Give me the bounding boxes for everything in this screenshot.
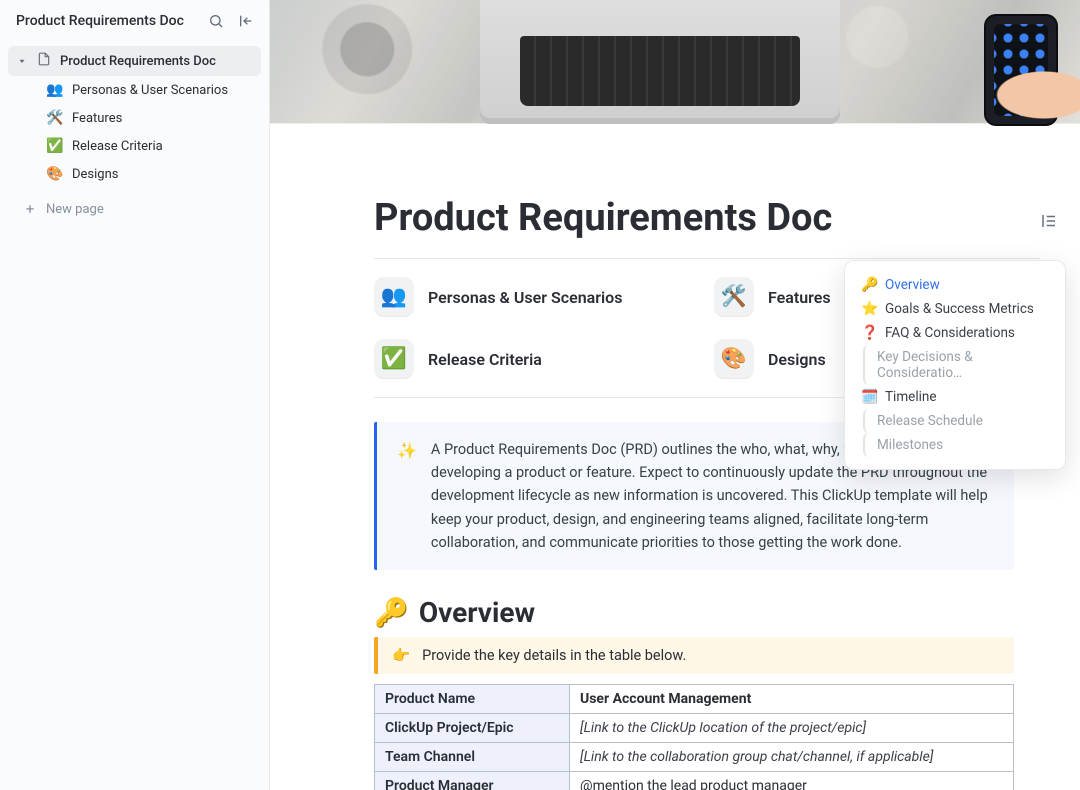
toc-panel[interactable]: 🔑 Overview ⭐ Goals & Success Metrics ❓ FAQ & … (844, 260, 1066, 470)
sidebar-child[interactable]: ✅ Release Criteria (8, 132, 261, 160)
toc-icon: 🔑 (861, 277, 877, 293)
nav-root-label: Product Requirements Doc (60, 54, 216, 69)
sidebar-child[interactable]: 👥 Personas & User Scenarios (8, 76, 261, 104)
table-row[interactable]: Product Manager@mention the lead product… (375, 771, 1014, 790)
main: Product Requirements Doc 👥 Personas & Use… (270, 0, 1080, 790)
table-row[interactable]: ClickUp Project/Epic[Link to the ClickUp… (375, 713, 1014, 742)
search-icon[interactable] (205, 10, 227, 32)
toc-label: Key Decisions & Consideratio… (877, 349, 1049, 381)
toc-subitem[interactable]: Release Schedule (863, 409, 1055, 433)
row-key: ClickUp Project/Epic (375, 713, 570, 742)
subpage-card[interactable]: ✅ Release Criteria (374, 339, 674, 379)
toc-item[interactable]: ❓ FAQ & Considerations (855, 321, 1055, 345)
sidebar-header: Product Requirements Doc (0, 0, 269, 42)
card-label: Personas & User Scenarios (428, 288, 622, 307)
tip-text: Provide the key details in the table bel… (422, 647, 686, 664)
divider (374, 258, 1040, 259)
toc-icon: ⭐ (861, 301, 877, 317)
sidebar-child-icon: 🎨 (46, 166, 64, 182)
toc-label: FAQ & Considerations (885, 325, 1015, 341)
nav-root[interactable]: Product Requirements Doc (8, 46, 261, 76)
page-title[interactable]: Product Requirements Doc (374, 196, 1040, 240)
new-page-label: New page (46, 202, 104, 217)
sidebar-child-label: Features (72, 111, 122, 126)
doc-icon (36, 52, 52, 70)
toc-item[interactable]: 🗓️ Timeline (855, 385, 1055, 409)
card-icon: 🛠️ (714, 277, 754, 317)
toc-label: Milestones (877, 437, 943, 453)
sidebar-child-label: Personas & User Scenarios (72, 83, 228, 98)
toc-item[interactable]: 🔑 Overview (855, 273, 1055, 297)
table-row[interactable]: Team Channel[Link to the collaboration g… (375, 742, 1014, 771)
toc-icon: ❓ (861, 325, 877, 341)
sidebar-child[interactable]: 🛠️ Features (8, 104, 261, 132)
collapse-sidebar-icon[interactable] (235, 10, 257, 32)
toc-item[interactable]: ⭐ Goals & Success Metrics (855, 297, 1055, 321)
toc-label: Release Schedule (877, 413, 983, 429)
card-label: Release Criteria (428, 350, 542, 369)
row-key: Team Channel (375, 742, 570, 771)
plus-icon: + (22, 200, 38, 218)
sidebar-child-icon: 🛠️ (46, 110, 64, 126)
toc-icon: 🗓️ (861, 389, 877, 405)
key-icon: 🔑 (374, 596, 409, 629)
cover-image[interactable] (270, 0, 1080, 124)
toc-toggle-icon[interactable] (1040, 212, 1058, 234)
sidebar-child-label: Release Criteria (72, 139, 163, 154)
tip-block[interactable]: 👉 Provide the key details in the table b… (374, 637, 1014, 674)
sparkles-icon: ✨ (397, 438, 417, 554)
sidebar-child-icon: 👥 (46, 82, 64, 98)
overview-table[interactable]: Product NameUser Account ManagementClick… (374, 684, 1014, 790)
point-right-icon: 👉 (392, 647, 410, 664)
row-value[interactable]: @mention the lead product manager (570, 771, 1014, 790)
row-value[interactable]: [Link to the ClickUp location of the pro… (570, 713, 1014, 742)
card-label: Designs (768, 350, 826, 369)
card-icon: ✅ (374, 339, 414, 379)
sidebar-child-icon: ✅ (46, 138, 64, 154)
row-value[interactable]: User Account Management (570, 684, 1014, 713)
card-label: Features (768, 288, 831, 307)
row-value[interactable]: [Link to the collaboration group chat/ch… (570, 742, 1014, 771)
table-row[interactable]: Product NameUser Account Management (375, 684, 1014, 713)
toc-label: Goals & Success Metrics (885, 301, 1034, 317)
overview-heading[interactable]: 🔑 Overview (374, 596, 1040, 629)
overview-heading-text: Overview (419, 596, 535, 629)
sidebar-child[interactable]: 🎨 Designs (8, 160, 261, 188)
sidebar-child-label: Designs (72, 167, 118, 182)
card-icon: 🎨 (714, 339, 754, 379)
toc-label: Overview (885, 277, 940, 293)
toc-label: Timeline (885, 389, 937, 405)
new-page-button[interactable]: + New page (8, 194, 261, 224)
subpage-card[interactable]: 👥 Personas & User Scenarios (374, 277, 674, 317)
toc-subitem[interactable]: Key Decisions & Consideratio… (863, 345, 1055, 385)
nav-tree: Product Requirements Doc 👥 Personas & Use… (0, 42, 269, 228)
sidebar-title: Product Requirements Doc (16, 13, 197, 29)
toc-subitem[interactable]: Milestones (863, 433, 1055, 457)
sidebar: Product Requirements Doc Product Require… (0, 0, 270, 790)
card-icon: 👥 (374, 277, 414, 317)
row-key: Product Manager (375, 771, 570, 790)
caret-down-icon[interactable] (16, 56, 28, 66)
row-key: Product Name (375, 684, 570, 713)
